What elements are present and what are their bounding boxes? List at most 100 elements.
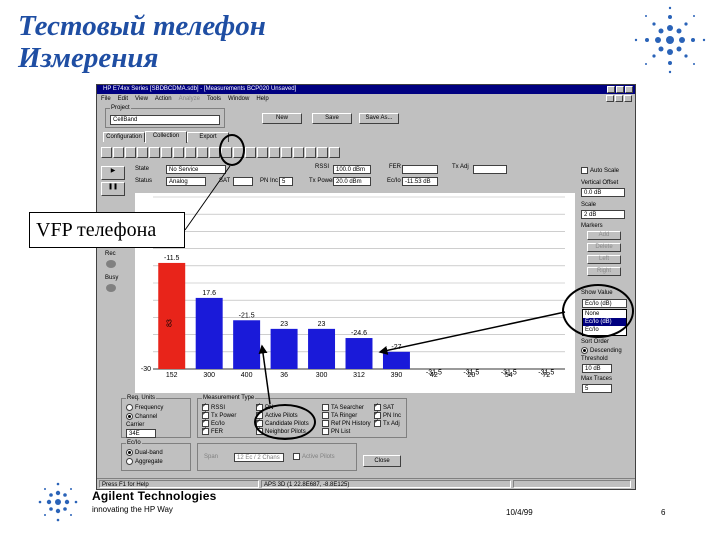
aggregate-radio[interactable]: Aggregate bbox=[126, 458, 163, 466]
toolbar-icon-19[interactable] bbox=[317, 147, 328, 158]
sort-descending-radio[interactable]: Descending bbox=[581, 347, 622, 355]
active-pilots-check[interactable] bbox=[293, 453, 300, 460]
mt-ta-searcher-check[interactable] bbox=[322, 404, 329, 411]
window-title-bar[interactable]: HP E74xx Series [SBDBCDMA.sdb] - [Measur… bbox=[97, 85, 635, 94]
toolbar-icon-6[interactable] bbox=[161, 147, 172, 158]
save-as-button[interactable]: Save As... bbox=[359, 113, 399, 124]
channel-radio-dot[interactable] bbox=[126, 413, 133, 420]
project-select[interactable]: CellBand bbox=[110, 115, 220, 125]
menu-tools[interactable]: Tools bbox=[207, 95, 221, 103]
mt-tx-adj[interactable]: Tx Adj bbox=[374, 418, 400, 428]
mdi-restore-button[interactable] bbox=[615, 95, 623, 102]
mt-pn-list-check[interactable] bbox=[322, 428, 329, 435]
toolbar-icon-16[interactable] bbox=[281, 147, 292, 158]
toolbar-icon-15[interactable] bbox=[269, 147, 280, 158]
mt-ref-pn-history-check[interactable] bbox=[322, 420, 329, 427]
carrier-field[interactable]: 34E bbox=[126, 429, 156, 438]
mt-ta-ringer[interactable]: TA Ringer bbox=[322, 412, 357, 420]
auto-scale-checkbox[interactable]: Auto Scale bbox=[581, 167, 619, 175]
dual-band-radio-dot[interactable] bbox=[126, 449, 133, 456]
auto-scale-check[interactable] bbox=[581, 167, 588, 174]
toolbar-icon-18[interactable] bbox=[305, 147, 316, 158]
menu-analyze[interactable]: Analyze bbox=[179, 95, 200, 103]
toolbar-icon-4[interactable] bbox=[137, 147, 148, 158]
toolbar-icon-14[interactable] bbox=[257, 147, 268, 158]
frequency-radio-dot[interactable] bbox=[126, 404, 133, 411]
window-title: HP E74xx Series [SBDBCDMA.sdb] - [Measur… bbox=[103, 86, 297, 92]
max-traces-field[interactable]: 5 bbox=[582, 384, 612, 393]
toolbar-icon-5[interactable] bbox=[149, 147, 160, 158]
slide-title: Тестовый телефон Измерения bbox=[18, 10, 266, 74]
toolbar-icon-13[interactable] bbox=[245, 147, 256, 158]
channel-radio[interactable]: Channel bbox=[126, 413, 157, 421]
mt-pn-list[interactable]: PN List bbox=[322, 428, 350, 436]
mt-pn-list-label: PN List bbox=[331, 429, 351, 436]
status-position: APS 3D (1 22.8E687, -8.8E125) bbox=[261, 480, 511, 488]
ecio-label: Ec/Io bbox=[387, 178, 401, 184]
save-button[interactable]: Save bbox=[312, 113, 352, 124]
vertical-offset-label: Vertical Offset bbox=[581, 180, 619, 186]
toolbar-icon-2[interactable] bbox=[113, 147, 124, 158]
toolbar-icon-7[interactable] bbox=[173, 147, 184, 158]
pilot-bar-chart: -30 -11.5 152 17.6 300 -21.5 400 23 36 23 300 -24.6… bbox=[135, 193, 575, 393]
bar-value-label: -11.5 bbox=[164, 255, 180, 262]
aggregate-radio-dot[interactable] bbox=[126, 458, 133, 465]
menu-edit[interactable]: Edit bbox=[118, 95, 128, 103]
toolbar-icon-3[interactable] bbox=[125, 147, 136, 158]
maximize-button[interactable] bbox=[616, 86, 624, 93]
dual-band-radio[interactable]: Dual-band bbox=[126, 449, 163, 457]
tab-configuration[interactable]: Configuration bbox=[103, 132, 145, 142]
mdi-close-button[interactable] bbox=[624, 95, 632, 102]
marker-left-button[interactable]: Left bbox=[587, 255, 621, 264]
toolbar-icon-9[interactable] bbox=[197, 147, 208, 158]
mt-ta-searcher[interactable]: TA Searcher bbox=[322, 404, 364, 412]
bar-value-label: -24.6 bbox=[351, 330, 367, 337]
marker-delete-button[interactable]: Delete bbox=[587, 243, 621, 252]
marker-add-button[interactable]: Add bbox=[587, 231, 621, 240]
marker-right-button[interactable]: Right bbox=[587, 267, 621, 276]
minimize-button[interactable] bbox=[607, 86, 615, 93]
tx-adj-label: Tx Adj bbox=[452, 164, 469, 170]
menu-help[interactable]: Help bbox=[256, 95, 268, 103]
sat-field bbox=[233, 177, 253, 186]
frequency-radio[interactable]: Frequency bbox=[126, 404, 163, 412]
menu-file[interactable]: File bbox=[101, 95, 111, 103]
active-pilots-checkbox[interactable]: Active Pilots bbox=[293, 453, 335, 461]
x-tick-label: 312 bbox=[353, 372, 365, 379]
mt-ta-ringer-label: TA Ringer bbox=[331, 413, 358, 420]
toolbar-icon-20[interactable] bbox=[329, 147, 340, 158]
toolbar-icon-17[interactable] bbox=[293, 147, 304, 158]
span-select[interactable]: 12 Ec / 2 Chans bbox=[234, 453, 284, 462]
menu-view[interactable]: View bbox=[135, 95, 148, 103]
mt-fer[interactable]: FER bbox=[202, 426, 223, 436]
sat-label: SAT bbox=[219, 178, 231, 184]
mt-ta-ringer-check[interactable] bbox=[322, 412, 329, 419]
x-tick-label: 400 bbox=[241, 372, 253, 379]
menu-action[interactable]: Action bbox=[155, 95, 172, 103]
mt-ref-pn-history[interactable]: Ref PN History bbox=[322, 420, 371, 428]
scale-field[interactable]: 2 dB bbox=[581, 210, 625, 219]
bar-value-label: -27 bbox=[391, 344, 401, 351]
mt-tx-power[interactable]: Tx Power bbox=[202, 410, 236, 420]
vertical-offset-field[interactable]: 0.0 dB bbox=[581, 188, 625, 197]
bar-value-label: 23 bbox=[280, 321, 288, 328]
close-button[interactable]: Close bbox=[363, 455, 401, 467]
bar bbox=[345, 338, 373, 369]
sort-descending-dot[interactable] bbox=[581, 347, 588, 354]
close-window-button[interactable] bbox=[625, 86, 633, 93]
mt-fer-check[interactable] bbox=[202, 426, 209, 435]
menu-window[interactable]: Window bbox=[228, 95, 249, 103]
play-button[interactable]: ▶ bbox=[101, 166, 125, 180]
toolbar-icon-8[interactable] bbox=[185, 147, 196, 158]
threshold-field[interactable]: 10 dB bbox=[582, 364, 612, 373]
mdi-minimize-button[interactable] bbox=[606, 95, 614, 102]
mt-tx-adj-check[interactable] bbox=[374, 418, 381, 427]
bar bbox=[233, 320, 261, 369]
toolbar-icon-1[interactable] bbox=[101, 147, 112, 158]
max-traces-label: Max Traces bbox=[581, 376, 613, 382]
pause-button[interactable]: ❚❚ bbox=[101, 182, 125, 196]
new-button[interactable]: New bbox=[262, 113, 302, 124]
sort-order-label: Sort Order bbox=[581, 339, 610, 345]
footer-date: 10/4/99 bbox=[506, 508, 533, 517]
tab-collection[interactable]: Collection bbox=[145, 131, 187, 143]
